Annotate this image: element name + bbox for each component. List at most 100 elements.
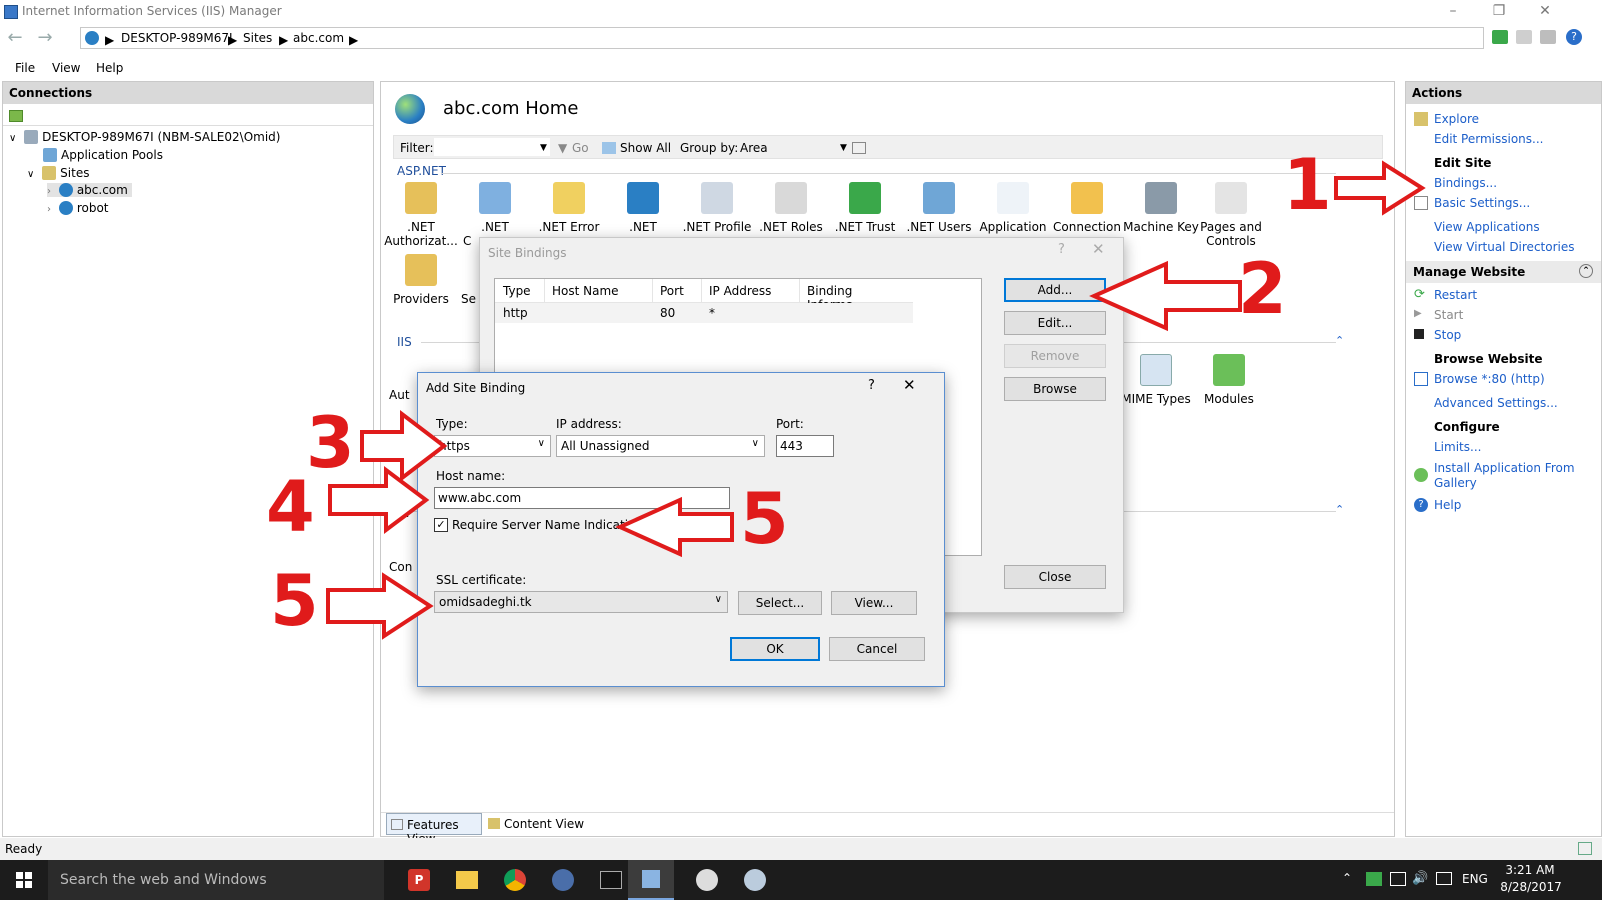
- view-mode-icon[interactable]: [852, 142, 866, 154]
- home-icon[interactable]: [1540, 30, 1556, 44]
- restore-icon[interactable]: ❐: [1476, 0, 1522, 24]
- back-icon[interactable]: ←: [4, 29, 26, 49]
- app-icon[interactable]: [696, 869, 718, 891]
- collapse-icon[interactable]: ⌃: [1579, 264, 1593, 278]
- feature-item[interactable]: Pages and Controls: [1191, 182, 1271, 248]
- ip-select[interactable]: All Unassigned ∨: [556, 435, 765, 457]
- go-button[interactable]: Go: [572, 141, 589, 155]
- feature-item[interactable]: .NET: [603, 182, 683, 234]
- expand-icon[interactable]: ∨: [9, 133, 16, 144]
- feature-item[interactable]: .NET Trust: [825, 182, 905, 234]
- cmd-icon[interactable]: [600, 871, 622, 889]
- col-type[interactable]: Type: [503, 284, 531, 298]
- language-indicator[interactable]: ENG: [1462, 872, 1488, 886]
- tree-server[interactable]: ∨ DESKTOP-989M67I (NBM-SALE02\Omid): [9, 130, 280, 144]
- add-button[interactable]: Add...: [1004, 278, 1106, 302]
- refresh-icon[interactable]: [1492, 30, 1508, 44]
- action-view-virtual-dirs[interactable]: View Virtual Directories: [1434, 240, 1575, 254]
- type-select[interactable]: https ∨: [434, 435, 551, 457]
- feature-item[interactable]: .NET Users: [899, 182, 979, 234]
- feature-item[interactable]: .NET Roles: [751, 182, 831, 234]
- port-input[interactable]: 443: [776, 435, 834, 457]
- feature-item[interactable]: .NET: [455, 182, 535, 234]
- section-manage-website[interactable]: Manage Website ⌃: [1406, 261, 1601, 283]
- show-all-button[interactable]: Show All: [620, 141, 671, 155]
- collapse-group-icon[interactable]: ⌃: [1335, 503, 1344, 516]
- menu-file[interactable]: File: [15, 61, 35, 75]
- tray-icon[interactable]: [1366, 872, 1382, 886]
- action-stop[interactable]: Stop: [1434, 328, 1461, 342]
- help-icon[interactable]: ?: [868, 378, 875, 393]
- ssl-certificate-select[interactable]: omidsadeghi.tk ∨: [434, 591, 728, 613]
- browse-button[interactable]: Browse: [1004, 377, 1106, 401]
- tab-content-view[interactable]: Content View: [486, 813, 586, 835]
- feature-modules[interactable]: Modules: [1189, 354, 1269, 406]
- minimize-icon[interactable]: –: [1430, 0, 1476, 24]
- stop-icon[interactable]: [1516, 30, 1532, 44]
- crumb-site[interactable]: abc.com: [293, 31, 344, 45]
- group-by-select[interactable]: Area: [740, 141, 768, 155]
- filter-input[interactable]: [434, 138, 550, 156]
- action-advanced-settings[interactable]: Advanced Settings...: [1434, 396, 1558, 410]
- help-icon[interactable]: ?: [1566, 29, 1582, 45]
- tab-features-view[interactable]: Features View: [386, 813, 482, 846]
- group-iis[interactable]: IIS: [397, 335, 412, 349]
- close-icon[interactable]: ✕: [903, 376, 916, 394]
- breadcrumb[interactable]: ▶ DESKTOP-989M67I ▶ Sites ▶ abc.com ▶: [80, 27, 1484, 49]
- cancel-button[interactable]: Cancel: [829, 637, 925, 661]
- col-port[interactable]: Port: [660, 284, 684, 298]
- action-restart[interactable]: Restart: [1434, 288, 1477, 302]
- powerpoint-icon[interactable]: P: [408, 869, 430, 891]
- feature-item[interactable]: .NET Profile: [677, 182, 757, 234]
- feature-item[interactable]: Connection: [1047, 182, 1127, 234]
- action-limits[interactable]: Limits...: [1434, 440, 1481, 454]
- expand-icon[interactable]: ∨: [27, 169, 34, 180]
- action-help[interactable]: Help: [1434, 498, 1461, 512]
- action-install-gallery[interactable]: Install Application From Gallery: [1434, 461, 1575, 491]
- tree-app-pools[interactable]: Application Pools: [43, 148, 163, 162]
- volume-icon[interactable]: 🔊: [1412, 871, 1428, 886]
- clock-time[interactable]: 3:21 AM: [1500, 863, 1560, 877]
- menu-help[interactable]: Help: [96, 61, 123, 75]
- clock-date[interactable]: 8/28/2017: [1496, 880, 1566, 894]
- app-icon[interactable]: [744, 869, 766, 891]
- edit-button[interactable]: Edit...: [1004, 311, 1106, 335]
- table-row[interactable]: http 80 *: [495, 303, 913, 323]
- chevron-up-icon[interactable]: ⌃: [1342, 871, 1352, 885]
- feature-partial-se[interactable]: Se: [461, 292, 476, 306]
- close-icon[interactable]: ✕: [1522, 0, 1568, 24]
- collapse-group-icon[interactable]: ⌃: [1335, 334, 1344, 347]
- ok-button[interactable]: OK: [730, 637, 820, 661]
- close-button[interactable]: Close: [1004, 565, 1106, 589]
- crumb-server[interactable]: DESKTOP-989M67I: [121, 31, 233, 45]
- action-basic-settings[interactable]: Basic Settings...: [1434, 196, 1530, 210]
- col-host-name[interactable]: Host Name: [552, 284, 619, 298]
- app-icon[interactable]: [552, 869, 574, 891]
- action-bindings[interactable]: Bindings...: [1434, 176, 1497, 190]
- sni-checkbox[interactable]: ✓: [434, 518, 448, 532]
- close-icon[interactable]: ✕: [1092, 240, 1105, 258]
- tree-site-abc[interactable]: › abc.com: [47, 183, 132, 197]
- search-box[interactable]: Search the web and Windows: [48, 860, 384, 900]
- notifications-icon[interactable]: [1436, 872, 1452, 885]
- group-aspnet[interactable]: ASP.NET: [397, 164, 446, 178]
- feature-mime-types[interactable]: MIME Types: [1116, 354, 1196, 406]
- select-button[interactable]: Select...: [738, 591, 822, 615]
- action-browse-80[interactable]: Browse *:80 (http): [1434, 372, 1545, 386]
- view-button[interactable]: View...: [831, 591, 917, 615]
- feature-item[interactable]: .NET Authorizat...: [381, 182, 461, 248]
- tree-sites[interactable]: ∨ Sites: [27, 166, 89, 180]
- col-ip-address[interactable]: IP Address: [709, 284, 771, 298]
- network-icon[interactable]: [1390, 872, 1406, 886]
- action-edit-permissions[interactable]: Edit Permissions...: [1434, 132, 1543, 146]
- chevron-down-icon[interactable]: ▼: [840, 143, 847, 153]
- feature-providers[interactable]: Providers: [381, 254, 461, 306]
- feature-item[interactable]: Application: [973, 182, 1053, 234]
- feature-item[interactable]: .NET Error: [529, 182, 609, 234]
- connect-icon[interactable]: [9, 110, 23, 122]
- chrome-icon[interactable]: [504, 869, 526, 891]
- windows-start-icon[interactable]: [16, 872, 32, 888]
- chevron-down-icon[interactable]: ▼: [540, 143, 547, 153]
- feature-item[interactable]: Machine Key: [1121, 182, 1201, 234]
- host-name-input[interactable]: www.abc.com: [434, 487, 730, 509]
